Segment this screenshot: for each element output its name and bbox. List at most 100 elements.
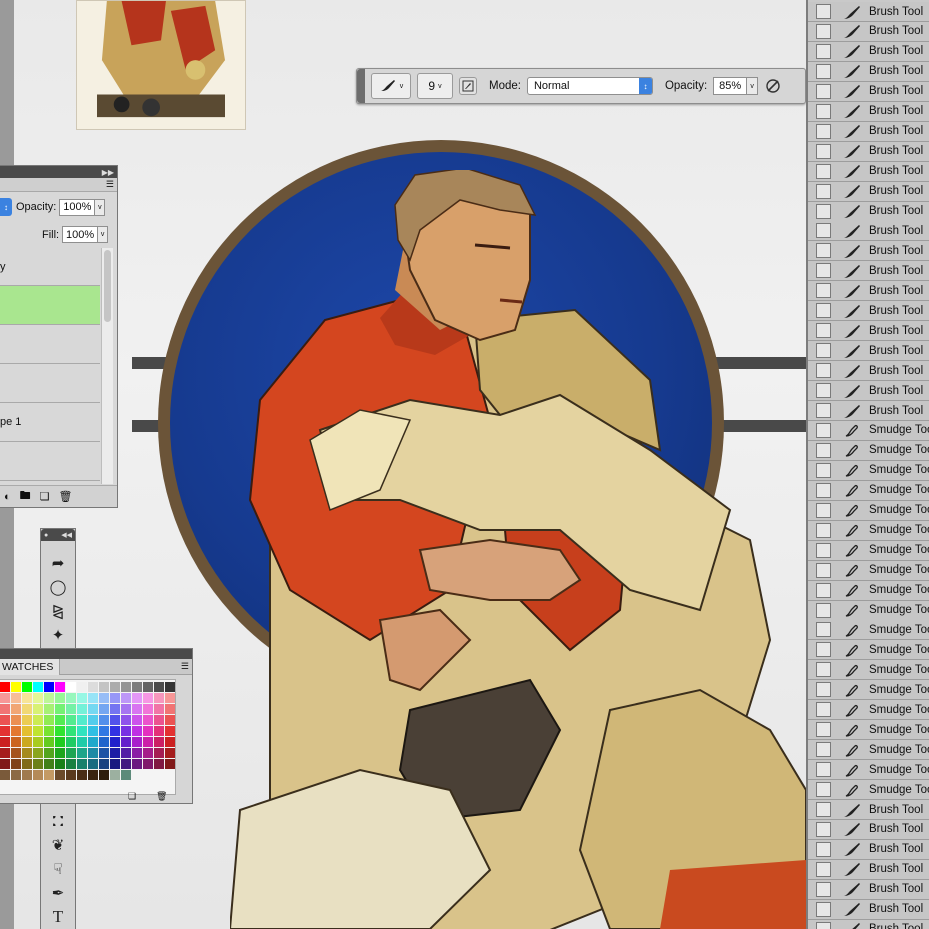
collapse-icon[interactable]: ◀◀	[61, 531, 72, 539]
color-swatch[interactable]	[110, 704, 120, 714]
history-item[interactable]: Smudge Tool	[808, 760, 929, 781]
history-item[interactable]: Smudge Tool	[808, 460, 929, 481]
color-swatch[interactable]	[165, 748, 175, 758]
history-item[interactable]: Brush Tool	[808, 141, 929, 162]
history-item[interactable]: Smudge Tool	[808, 440, 929, 461]
panel-menu-icon[interactable]: ☰	[181, 661, 189, 672]
color-swatch[interactable]	[77, 726, 87, 736]
color-swatch[interactable]	[66, 682, 76, 692]
history-snapshot-checkbox[interactable]	[816, 602, 831, 618]
history-snapshot-checkbox[interactable]	[816, 422, 831, 438]
color-swatch[interactable]	[55, 682, 65, 692]
color-swatch[interactable]	[99, 748, 109, 758]
history-snapshot-checkbox[interactable]	[816, 363, 831, 379]
history-item[interactable]: Smudge Tool	[808, 780, 929, 801]
scrollbar-thumb[interactable]	[104, 250, 111, 322]
adjustment-layer-icon[interactable]: ◐	[4, 491, 11, 503]
color-swatch[interactable]	[11, 715, 21, 725]
swatch-palette[interactable]	[0, 680, 176, 796]
color-swatch[interactable]	[88, 748, 98, 758]
panel-titlebar[interactable]: ▶▶	[0, 166, 117, 178]
history-snapshot-checkbox[interactable]	[816, 462, 831, 478]
color-swatch[interactable]	[132, 704, 142, 714]
history-item[interactable]: Brush Tool	[808, 41, 929, 62]
color-swatch[interactable]	[143, 704, 153, 714]
options-bar-grip[interactable]	[357, 69, 365, 103]
airbrush-icon[interactable]	[764, 77, 782, 95]
history-item[interactable]: Brush Tool	[808, 61, 929, 82]
color-swatch[interactable]	[66, 726, 76, 736]
history-item[interactable]: Brush Tool	[808, 800, 929, 820]
color-swatch[interactable]	[121, 759, 131, 769]
layer-scrollbar[interactable]	[101, 248, 113, 484]
history-snapshot-checkbox[interactable]	[816, 502, 831, 518]
color-swatch[interactable]	[165, 726, 175, 736]
color-swatch[interactable]	[154, 748, 164, 758]
history-snapshot-checkbox[interactable]	[816, 702, 831, 718]
color-swatch[interactable]	[121, 770, 131, 780]
color-swatch[interactable]	[143, 759, 153, 769]
pen-tool-icon[interactable]: ✒	[47, 883, 69, 903]
history-item[interactable]: Smudge Tool	[808, 720, 929, 741]
lasso-tool-icon[interactable]: ⧎	[47, 601, 69, 621]
layer-row[interactable]	[0, 325, 100, 364]
swatch-grid[interactable]	[0, 679, 176, 795]
color-swatch[interactable]	[44, 682, 54, 692]
color-swatch[interactable]	[55, 770, 65, 780]
color-swatch[interactable]	[110, 715, 120, 725]
color-swatch[interactable]	[44, 693, 54, 703]
history-item[interactable]: Brush Tool	[808, 859, 929, 880]
color-swatch[interactable]	[22, 726, 32, 736]
color-swatch[interactable]	[99, 704, 109, 714]
trash-icon[interactable]: 🗑	[59, 490, 73, 503]
color-swatch[interactable]	[66, 759, 76, 769]
color-swatch[interactable]	[143, 748, 153, 758]
color-swatch[interactable]	[33, 726, 43, 736]
history-item[interactable]: Brush Tool	[808, 819, 929, 840]
history-item[interactable]: Brush Tool	[808, 919, 929, 929]
color-swatch[interactable]	[33, 737, 43, 747]
color-swatch[interactable]	[33, 693, 43, 703]
color-swatch[interactable]	[66, 704, 76, 714]
color-swatch[interactable]	[154, 737, 164, 747]
color-swatch[interactable]	[11, 737, 21, 747]
layer-opacity-input[interactable]: 100%	[59, 198, 96, 216]
history-item[interactable]: Smudge Tool	[808, 520, 929, 541]
color-swatch[interactable]	[66, 737, 76, 747]
color-swatch[interactable]	[44, 715, 54, 725]
history-snapshot-checkbox[interactable]	[816, 642, 831, 658]
brush-size-picker[interactable]: 9 v	[417, 73, 453, 99]
color-swatch[interactable]	[11, 726, 21, 736]
color-swatch[interactable]	[154, 726, 164, 736]
history-item[interactable]: Brush Tool	[808, 181, 929, 202]
color-swatch[interactable]	[99, 759, 109, 769]
color-swatch[interactable]	[55, 704, 65, 714]
color-swatch[interactable]	[44, 737, 54, 747]
trash-icon[interactable]: 🗑	[156, 791, 167, 802]
layer-row[interactable]	[0, 286, 100, 325]
color-swatch[interactable]	[99, 737, 109, 747]
brush-preset-picker[interactable]: v	[371, 73, 411, 99]
color-swatch[interactable]	[121, 682, 131, 692]
layer-row[interactable]	[0, 364, 100, 403]
color-swatch[interactable]	[143, 726, 153, 736]
history-snapshot-checkbox[interactable]	[816, 442, 831, 458]
history-item[interactable]: Brush Tool	[808, 381, 929, 402]
history-snapshot-checkbox[interactable]	[816, 881, 831, 897]
color-swatch[interactable]	[33, 770, 43, 780]
color-swatch[interactable]	[0, 759, 10, 769]
layer-row[interactable]: y	[0, 248, 100, 286]
color-swatch[interactable]	[165, 759, 175, 769]
history-snapshot-checkbox[interactable]	[816, 123, 831, 139]
history-item[interactable]: Brush Tool	[808, 121, 929, 142]
tab-swatches[interactable]: WATCHES	[0, 659, 61, 675]
history-item[interactable]: Brush Tool	[808, 241, 929, 262]
brush-panel-toggle[interactable]	[459, 77, 477, 95]
history-item[interactable]: Brush Tool	[808, 341, 929, 362]
color-swatch[interactable]	[11, 770, 21, 780]
history-item[interactable]: Smudge Tool	[808, 480, 929, 501]
history-item[interactable]: Smudge Tool	[808, 540, 929, 561]
color-swatch[interactable]	[132, 748, 142, 758]
history-snapshot-checkbox[interactable]	[816, 821, 831, 837]
magic-wand-tool-icon[interactable]: ✦	[47, 625, 69, 645]
